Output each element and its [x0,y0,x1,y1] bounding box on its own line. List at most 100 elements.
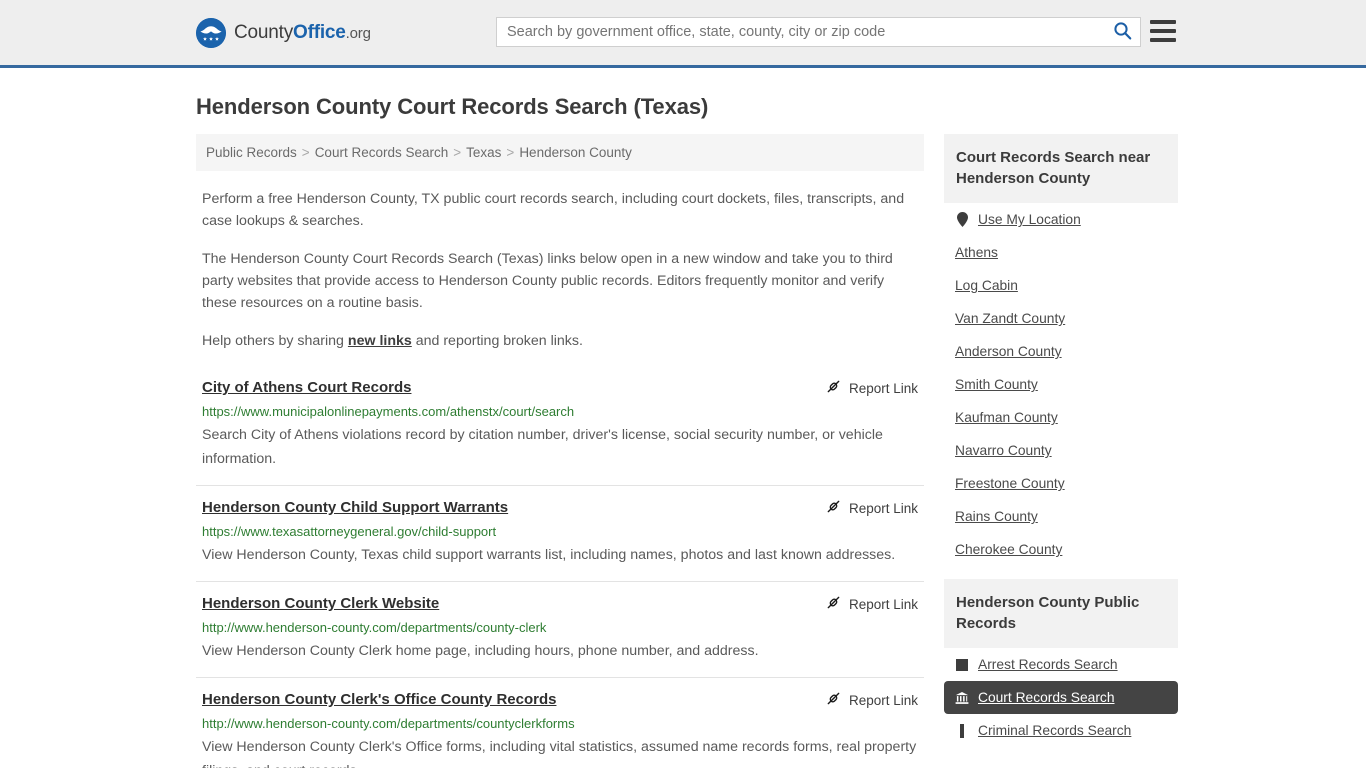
result-description: View Henderson County, Texas child suppo… [202,547,896,563]
sidebar-item-court-records-search[interactable]: Court Records Search [944,681,1178,714]
intro-p3-before: Help others by sharing [202,333,348,349]
result-description: View Henderson County Clerk's Office for… [202,739,917,768]
sidebar-link[interactable]: Freestone County [955,476,1065,491]
sidebar-link[interactable]: Rains County [955,509,1038,524]
broken-link-icon [826,595,841,613]
intro-paragraph-2: The Henderson County Court Records Searc… [202,251,893,311]
sidebar-public-records-list: Arrest Records Search Court Records Sear… [944,648,1178,747]
result-url: http://www.henderson-county.com/departme… [202,620,547,635]
sidebar: Court Records Search near Henderson Coun… [944,134,1178,747]
breadcrumb: Public Records > Court Records Search > Texa… [196,134,924,171]
sidebar-public-records-heading: Henderson County Public Records [944,579,1178,648]
logo-word-county: County [234,21,294,43]
result-title-link[interactable]: Henderson County Clerk Website [202,594,439,614]
sidebar-item-van-zandt-county[interactable]: Van Zandt County [944,302,1178,335]
intro-p3-after: and reporting broken links. [411,333,583,349]
report-link-label: Report Link [848,500,918,516]
broken-link-icon [826,379,841,397]
result-title-link[interactable]: Henderson County Child Support Warrants [202,498,508,518]
sidebar-link[interactable]: Log Cabin [955,278,1018,293]
result-item: Henderson County Child Support Warrants … [196,485,924,581]
sidebar-item-kaufman-county[interactable]: Kaufman County [944,401,1178,434]
sidebar-link[interactable]: Smith County [955,377,1038,392]
result-item: City of Athens Court Records Report Link [196,374,924,485]
page-container: Henderson County Court Records Search (T… [0,94,1366,768]
report-link-button[interactable]: Report Link [826,595,918,613]
eagle-seal-icon [196,17,226,48]
report-link-label: Report Link [848,380,918,396]
sidebar-link[interactable]: Van Zandt County [955,311,1065,326]
breadcrumb-item-public-records[interactable]: Public Records [206,145,297,160]
intro-text: Perform a free Henderson County, TX publ… [196,188,924,352]
site-logo-text: CountyOffice.org [234,22,371,44]
content-columns: Public Records > Court Records Search > Texa… [196,134,1178,768]
sidebar-link[interactable]: Anderson County [955,344,1062,359]
result-description: Search City of Athens violations record … [202,427,883,467]
fingerprint-icon [955,723,969,738]
report-link-button[interactable]: Report Link [826,691,918,709]
breadcrumb-item-court-records-search[interactable]: Court Records Search [315,145,449,160]
result-url: https://www.municipalonlinepayments.com/… [202,404,575,419]
hamburger-bar-1 [1150,20,1176,24]
result-url: https://www.texasattorneygeneral.gov/chi… [202,524,497,539]
sidebar-link[interactable]: Court Records Search [978,690,1115,705]
sidebar-item-rains-county[interactable]: Rains County [944,500,1178,533]
hamburger-bar-3 [1150,38,1176,42]
use-my-location-link[interactable]: Use My Location [978,212,1081,227]
sidebar-link[interactable]: Arrest Records Search [978,657,1118,672]
site-search-bar[interactable] [496,17,1141,47]
result-header: Henderson County Clerk's Office County R… [202,690,918,710]
breadcrumb-separator: > [301,145,310,160]
result-title-link[interactable]: Henderson County Clerk's Office County R… [202,690,556,710]
sidebar-link[interactable]: Athens [955,245,998,260]
logo-word-dotorg: .org [345,24,371,42]
page-title: Henderson County Court Records Search (T… [196,94,709,119]
broken-link-icon [826,499,841,517]
broken-link-icon [826,691,841,709]
logo-word-office: Office [293,21,346,43]
sidebar-item-athens[interactable]: Athens [944,236,1178,269]
breadcrumb-item-texas[interactable]: Texas [466,145,501,160]
sidebar-item-use-my-location[interactable]: Use My Location [944,203,1178,236]
report-link-button[interactable]: Report Link [826,379,918,397]
new-links-link[interactable]: new links [348,333,412,349]
hamburger-menu-icon[interactable] [1150,20,1176,42]
breadcrumb-separator: > [453,145,462,160]
sidebar-item-anderson-county[interactable]: Anderson County [944,335,1178,368]
result-header: Henderson County Child Support Warrants … [202,498,918,518]
search-button[interactable] [1104,18,1140,46]
sidebar-item-log-cabin[interactable]: Log Cabin [944,269,1178,302]
site-header: CountyOffice.org [0,0,1366,68]
result-item: Henderson County Clerk Website Report Li… [196,581,924,677]
handcuffs-icon [955,658,969,672]
intro-paragraph-1: Perform a free Henderson County, TX publ… [202,191,905,229]
sidebar-link[interactable]: Cherokee County [955,542,1062,557]
hamburger-bar-2 [1150,29,1176,33]
site-logo[interactable]: CountyOffice.org [196,17,371,48]
result-description: View Henderson County Clerk home page, i… [202,643,759,659]
sidebar-item-cherokee-county[interactable]: Cherokee County [944,533,1178,566]
sidebar-item-navarro-county[interactable]: Navarro County [944,434,1178,467]
breadcrumb-item-henderson-county[interactable]: Henderson County [519,145,632,160]
map-pin-icon [955,212,969,227]
sidebar-item-freestone-county[interactable]: Freestone County [944,467,1178,500]
report-link-button[interactable]: Report Link [826,499,918,517]
main-column: Public Records > Court Records Search > Texa… [196,134,924,768]
sidebar-item-criminal-records-search[interactable]: Criminal Records Search [944,714,1178,747]
courthouse-icon [955,691,969,705]
result-title-link[interactable]: City of Athens Court Records [202,378,411,398]
sidebar-link[interactable]: Criminal Records Search [978,723,1131,738]
result-header: Henderson County Clerk Website Report Li… [202,594,918,614]
sidebar-item-arrest-records-search[interactable]: Arrest Records Search [944,648,1178,681]
result-list: City of Athens Court Records Report Link [196,374,924,768]
sidebar-item-smith-county[interactable]: Smith County [944,368,1178,401]
breadcrumb-separator: > [506,145,515,160]
intro-paragraph-3: Help others by sharing new links and rep… [196,330,924,352]
search-input[interactable] [497,19,1104,45]
search-icon [1113,21,1132,43]
sidebar-link[interactable]: Kaufman County [955,410,1058,425]
sidebar-link[interactable]: Navarro County [955,443,1052,458]
result-url: http://www.henderson-county.com/departme… [202,716,575,731]
sidebar-nearby-list: Use My Location Athens Log Cabin Van Zan… [944,203,1178,566]
report-link-label: Report Link [848,692,918,708]
